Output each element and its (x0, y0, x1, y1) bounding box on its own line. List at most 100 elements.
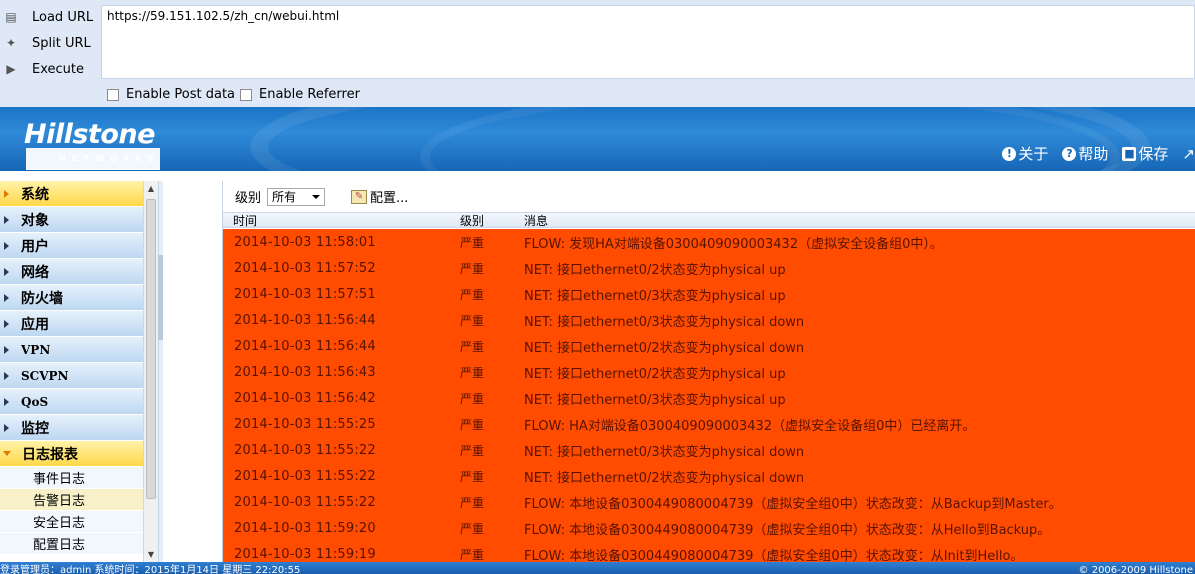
table-row[interactable]: 2014-10-03 11:57:52 严重 NET: 接口ethernet0/2状… (223, 255, 1195, 281)
sidebar-item-system[interactable]: 系统 (0, 181, 143, 207)
sidebar-item-objects[interactable]: 对象 (0, 207, 143, 233)
sidebar-item-scvpn[interactable]: SCVPN (0, 363, 143, 389)
column-header-message[interactable]: 消息 (524, 212, 548, 229)
enable-referrer-label: Enable Referrer (259, 87, 360, 102)
enable-post-checkbox[interactable]: Enable Post data (107, 87, 235, 102)
cell-level: 严重 (460, 339, 485, 354)
cell-time: 2014-10-03 11:56:44 (234, 338, 376, 354)
help-link[interactable]: ? 帮助 (1062, 143, 1108, 164)
level-select[interactable]: 所有 (267, 187, 326, 206)
config-button[interactable]: ✎ 配置... (351, 187, 408, 206)
sidebar-item-users[interactable]: 用户 (0, 233, 143, 259)
about-link[interactable]: ! 关于 (1002, 143, 1048, 164)
arrow-right-icon (4, 345, 9, 354)
sidebar-subitem-config-log[interactable]: 配置日志 (0, 533, 143, 555)
arrow-right-icon (4, 371, 9, 380)
sidebar-item-label: 对象 (21, 212, 49, 229)
scroll-down-icon[interactable]: ▼ (144, 547, 158, 562)
cell-message: NET: 接口ethernet0/3状态变为physical up (524, 288, 786, 304)
sidebar-item-log-report[interactable]: 日志报表 (0, 441, 143, 467)
header-nav: ! 关于 ? 帮助 ■ 保存 ↗ (1002, 143, 1195, 164)
table-row[interactable]: 2014-10-03 11:59:20 严重 FLOW: 本地设备030044908… (223, 515, 1195, 541)
arrow-down-icon (3, 451, 11, 456)
table-row[interactable]: 2014-10-03 11:56:44 严重 NET: 接口ethernet0/2状… (223, 333, 1195, 359)
cell-message: FLOW: 本地设备0300449080004739（虚拟安全组0中）状态改变：… (524, 522, 1051, 538)
cell-message: FLOW: 发现HA对端设备0300409090003432（虚拟安全设备组0中… (524, 236, 943, 252)
scrollbar-thumb[interactable] (146, 199, 156, 499)
chevron-down-icon (312, 194, 321, 199)
help-icon: ? (1062, 146, 1077, 161)
sidebar-scrollbar[interactable]: ▲ ▼ (143, 181, 158, 562)
sidebar-item-label: 应用 (21, 316, 49, 333)
arrow-right-icon (4, 241, 9, 250)
hillstone-logo: Hillstone NETWORKS (24, 121, 160, 170)
help-label: 帮助 (1078, 145, 1109, 163)
status-right: © 2006-2009 Hillstone (1078, 565, 1193, 574)
cell-level: 严重 (460, 313, 485, 328)
alarm-log-panel: 级别 所有 ✎ 配置... 时间 级别 消息 2014-10-03 11:58:… (223, 181, 1195, 562)
table-row[interactable]: 2014-10-03 11:58:01 严重 FLOW: 发现HA对端设备03004… (223, 229, 1195, 255)
save-icon: ■ (1122, 146, 1137, 161)
table-row[interactable]: 2014-10-03 11:55:25 严重 FLOW: HA对端设备0300409… (223, 411, 1195, 437)
cell-message: NET: 接口ethernet0/2状态变为physical down (524, 340, 805, 356)
sidebar-subitem-alarm-log[interactable]: 告警日志 (0, 489, 143, 511)
logo-subtext: NETWORKS (26, 148, 160, 170)
blank-panel (163, 181, 223, 562)
sidebar-item-application[interactable]: 应用 (0, 311, 143, 337)
load-url-button[interactable]: ▤ Load URL (0, 4, 100, 30)
arrow-right-icon (4, 319, 9, 328)
split-url-button[interactable]: ✦ Split URL (0, 30, 100, 56)
arrow-right-icon (4, 189, 9, 198)
checkbox-box[interactable] (240, 88, 252, 101)
sidebar-item-vpn[interactable]: VPN (0, 337, 143, 363)
url-input[interactable]: https://59.151.102.5/zh_cn/webui.html (101, 5, 1195, 79)
sidebar-item-monitor[interactable]: 监控 (0, 415, 143, 441)
header-banner: Hillstone NETWORKS ! 关于 ? 帮助 ■ 保存 ↗ (0, 107, 1195, 171)
sidebar-item-network[interactable]: 网络 (0, 259, 143, 285)
sidebar-subitem-event-log[interactable]: 事件日志 (0, 467, 143, 489)
logout-link[interactable]: ↗ (1182, 145, 1195, 163)
execute-button[interactable]: ▶ Execute (0, 56, 100, 82)
config-label: 配置... (370, 191, 409, 206)
filter-bar: 级别 所有 ✎ 配置... (223, 181, 1195, 212)
arrow-right-icon (4, 397, 9, 406)
load-url-label: Load URL (32, 9, 94, 25)
save-link[interactable]: ■ 保存 (1122, 143, 1168, 164)
cell-message: FLOW: 本地设备0300449080004739（虚拟安全组0中）状态改变：… (524, 496, 1062, 512)
cell-level: 严重 (460, 261, 485, 276)
cell-level: 严重 (460, 235, 485, 250)
table-row[interactable]: 2014-10-03 11:55:22 严重 FLOW: 本地设备030044908… (223, 489, 1195, 515)
sidebar: 系统 对象 用户 网络 防火墙 应用 VPN SCVPN QoS 监控 日志报表… (0, 181, 143, 562)
table-row[interactable]: 2014-10-03 11:55:22 严重 NET: 接口ethernet0/2状… (223, 463, 1195, 489)
cell-message: NET: 接口ethernet0/2状态变为physical up (524, 262, 786, 278)
column-header-time[interactable]: 时间 (223, 212, 460, 229)
table-row[interactable]: 2014-10-03 11:59:19 严重 FLOW: 本地设备030044908… (223, 541, 1195, 562)
table-row[interactable]: 2014-10-03 11:56:43 严重 NET: 接口ethernet0/2状… (223, 359, 1195, 385)
sidebar-item-qos[interactable]: QoS (0, 389, 143, 415)
cell-message: NET: 接口ethernet0/3状态变为physical up (524, 392, 786, 408)
sidebar-item-label: QoS (21, 394, 49, 409)
cell-message: NET: 接口ethernet0/2状态变为physical up (524, 366, 786, 382)
arrow-right-icon (4, 267, 9, 276)
cell-message: NET: 接口ethernet0/2状态变为physical down (524, 470, 805, 486)
split-url-icon: ✦ (5, 36, 17, 50)
arrow-right-icon (4, 215, 9, 224)
cell-level: 严重 (460, 443, 485, 458)
sidebar-item-label: 监控 (21, 420, 49, 437)
cell-level: 严重 (460, 391, 485, 406)
checkbox-box[interactable] (107, 88, 119, 101)
cell-time: 2014-10-03 11:55:22 (234, 468, 376, 484)
level-label: 级别 (235, 191, 262, 206)
cell-time: 2014-10-03 11:59:20 (234, 520, 376, 536)
sidebar-subitem-security-log[interactable]: 安全日志 (0, 511, 143, 533)
key-icon: ↗ (1182, 144, 1195, 163)
column-header-level[interactable]: 级别 (460, 212, 524, 229)
table-row[interactable]: 2014-10-03 11:57:51 严重 NET: 接口ethernet0/3状… (223, 281, 1195, 307)
enable-referrer-checkbox[interactable]: Enable Referrer (240, 87, 360, 102)
table-row[interactable]: 2014-10-03 11:56:42 严重 NET: 接口ethernet0/3状… (223, 385, 1195, 411)
table-row[interactable]: 2014-10-03 11:55:22 严重 NET: 接口ethernet0/3状… (223, 437, 1195, 463)
status-bar: 登录管理员：admin 系统时间：2015年1月14日 星期三 22:20:55… (0, 562, 1195, 574)
sidebar-item-firewall[interactable]: 防火墙 (0, 285, 143, 311)
scroll-up-icon[interactable]: ▲ (144, 181, 158, 196)
table-row[interactable]: 2014-10-03 11:56:44 严重 NET: 接口ethernet0/3状… (223, 307, 1195, 333)
